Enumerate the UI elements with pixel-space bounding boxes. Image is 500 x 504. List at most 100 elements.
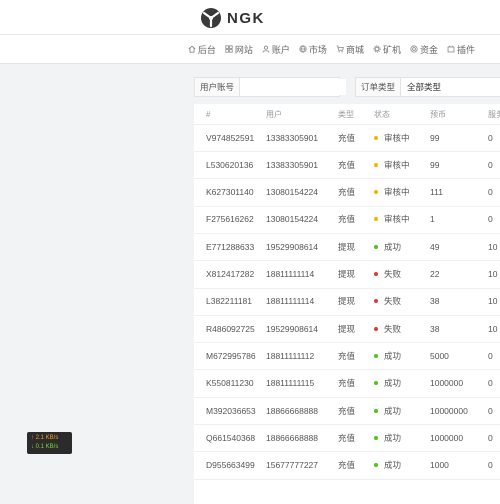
nav-item-account[interactable]: 账户 [262,43,290,56]
order-type: 充值 [338,405,356,416]
order-service: 0 [488,432,493,443]
nav-item-plugins[interactable]: 插件 [447,43,475,56]
order-type: 提现 [338,323,356,334]
header-id: # [206,109,211,119]
user-account-filter: 用户账号 [194,77,347,97]
status-text: 失败 [384,323,402,334]
order-user: 18811111115 [266,378,315,389]
table-row[interactable]: D955663499 15677777227 充值 成功 1000 0 [194,452,500,480]
brand-name: NGK [227,9,265,27]
order-amount: 10000000 [430,405,468,416]
status-dot-icon [374,190,378,195]
order-type: 充值 [338,350,356,361]
download-speed: ↓ 0.1 KB/s [31,444,59,450]
table-row[interactable]: L530620136 13383305901 充值 审核中 99 0 [194,151,500,180]
network-speed-widget: ↑ 2.1 KB/s ↓ 0.1 KB/s [27,432,72,454]
order-type: 充值 [338,460,356,471]
order-type: 提现 [338,269,356,279]
order-status: 失败 [374,288,401,315]
order-id: F275616262 [206,214,254,225]
status-dot-icon [374,381,378,386]
table-row[interactable]: M392036653 18866668888 充值 成功 10000000 0 [194,397,500,425]
status-dot-icon [374,217,378,222]
nav-items: 后台 网站 账户 市场 商城 矿机 资金 插件 [179,35,475,63]
order-status: 成功 [374,397,401,424]
order-status: 成功 [374,424,401,451]
status-text: 失败 [384,296,402,307]
order-amount: 1000 [430,460,449,471]
status-text: 审核中 [384,214,410,225]
cart-icon [336,45,344,53]
brand-logo[interactable]: NGK [200,7,265,29]
table-row[interactable]: R486092725 19529908614 提现 失败 38 10 [194,315,500,344]
order-type-filter: 订单类型 全部类型 [355,77,500,97]
order-service: 0 [488,132,493,143]
table-row[interactable]: L382211181 18811111114 提现 失败 38 10 [194,288,500,316]
order-type: 充值 [338,432,356,443]
order-amount: 99 [430,132,440,143]
order-type: 充值 [338,132,356,143]
grid-icon [225,45,233,53]
order-type-select[interactable]: 全部类型 [401,81,447,93]
table-row[interactable]: E771288633 19529908614 提现 成功 49 10 [194,233,500,262]
table-row[interactable]: X812417282 18811111114 提现 失败 22 10 [194,261,500,289]
status-dot-icon [374,272,378,276]
order-service: 0 [488,187,493,198]
table-row[interactable]: K550811230 18811111115 充值 成功 1000000 0 [194,370,500,398]
order-id: D955663499 [206,460,255,471]
nav-label: 商城 [345,44,364,55]
gear-icon [373,45,381,53]
order-id: L530620136 [206,159,254,170]
order-user: 18866668888 [266,432,319,443]
status-text: 成功 [384,241,402,252]
status-dot-icon [374,299,378,304]
nav-label: 矿机 [382,44,401,55]
order-service: 0 [488,405,493,416]
order-service: 10 [488,323,498,334]
order-amount: 1000000 [430,378,464,389]
nav-label: 市场 [308,44,327,55]
nav-label: 账户 [271,44,290,55]
order-amount: 49 [430,241,440,252]
status-dot-icon [374,162,378,167]
table-header: # 用户 类型 状态 预币 服务 [194,104,500,125]
header-amount: 预币 [430,109,446,119]
header-type: 类型 [338,109,354,119]
table-row[interactable]: F275616262 13080154224 充值 审核中 1 0 [194,206,500,234]
order-type: 充值 [338,159,356,170]
table-row[interactable]: Q661540368 18866668888 充值 成功 1000000 0 [194,424,500,453]
order-service: 0 [488,350,493,361]
nav-label: 插件 [456,44,475,55]
status-text: 审核中 [384,132,410,143]
status-dot-icon [374,135,378,140]
nav-item-funds[interactable]: 资金 [410,43,438,56]
nav-item-market[interactable]: 市场 [299,43,327,56]
status-text: 成功 [384,405,402,416]
top-header: NGK [0,0,500,34]
table-row[interactable]: V974852591 13383305901 充值 审核中 99 0 [194,124,500,152]
order-amount: 5000 [430,350,449,361]
table-row[interactable]: M672995786 18811111112 充值 成功 5000 0 [194,342,500,371]
order-status: 审核中 [374,179,410,206]
status-text: 成功 [384,350,402,361]
order-status: 审核中 [374,124,410,151]
nav-item-mall[interactable]: 商城 [336,43,364,56]
nav-item-home[interactable]: 后台 [188,43,216,56]
order-service: 0 [488,214,493,225]
nav-item-miner[interactable]: 矿机 [373,43,401,56]
order-type: 提现 [338,241,356,252]
user-account-input[interactable] [240,79,347,95]
order-id: L382211181 [206,296,253,307]
order-type: 充值 [338,214,356,225]
order-user: 18811111114 [266,296,315,307]
order-user: 15677777227 [266,460,319,471]
order-user: 13383305901 [266,132,319,143]
table-row[interactable]: K627301140 13080154224 充值 审核中 111 0 [194,179,500,207]
main-nav: 后台 网站 账户 市场 商城 矿机 资金 插件 [0,34,500,64]
nav-item-website[interactable]: 网站 [225,43,253,56]
orders-table: # 用户 类型 状态 预币 服务 V974852591 13383305901 充值… [194,104,500,504]
order-amount: 38 [430,323,440,334]
order-id: E771288633 [206,241,255,252]
order-status: 审核中 [374,206,410,233]
order-user: 18811111112 [266,350,315,361]
